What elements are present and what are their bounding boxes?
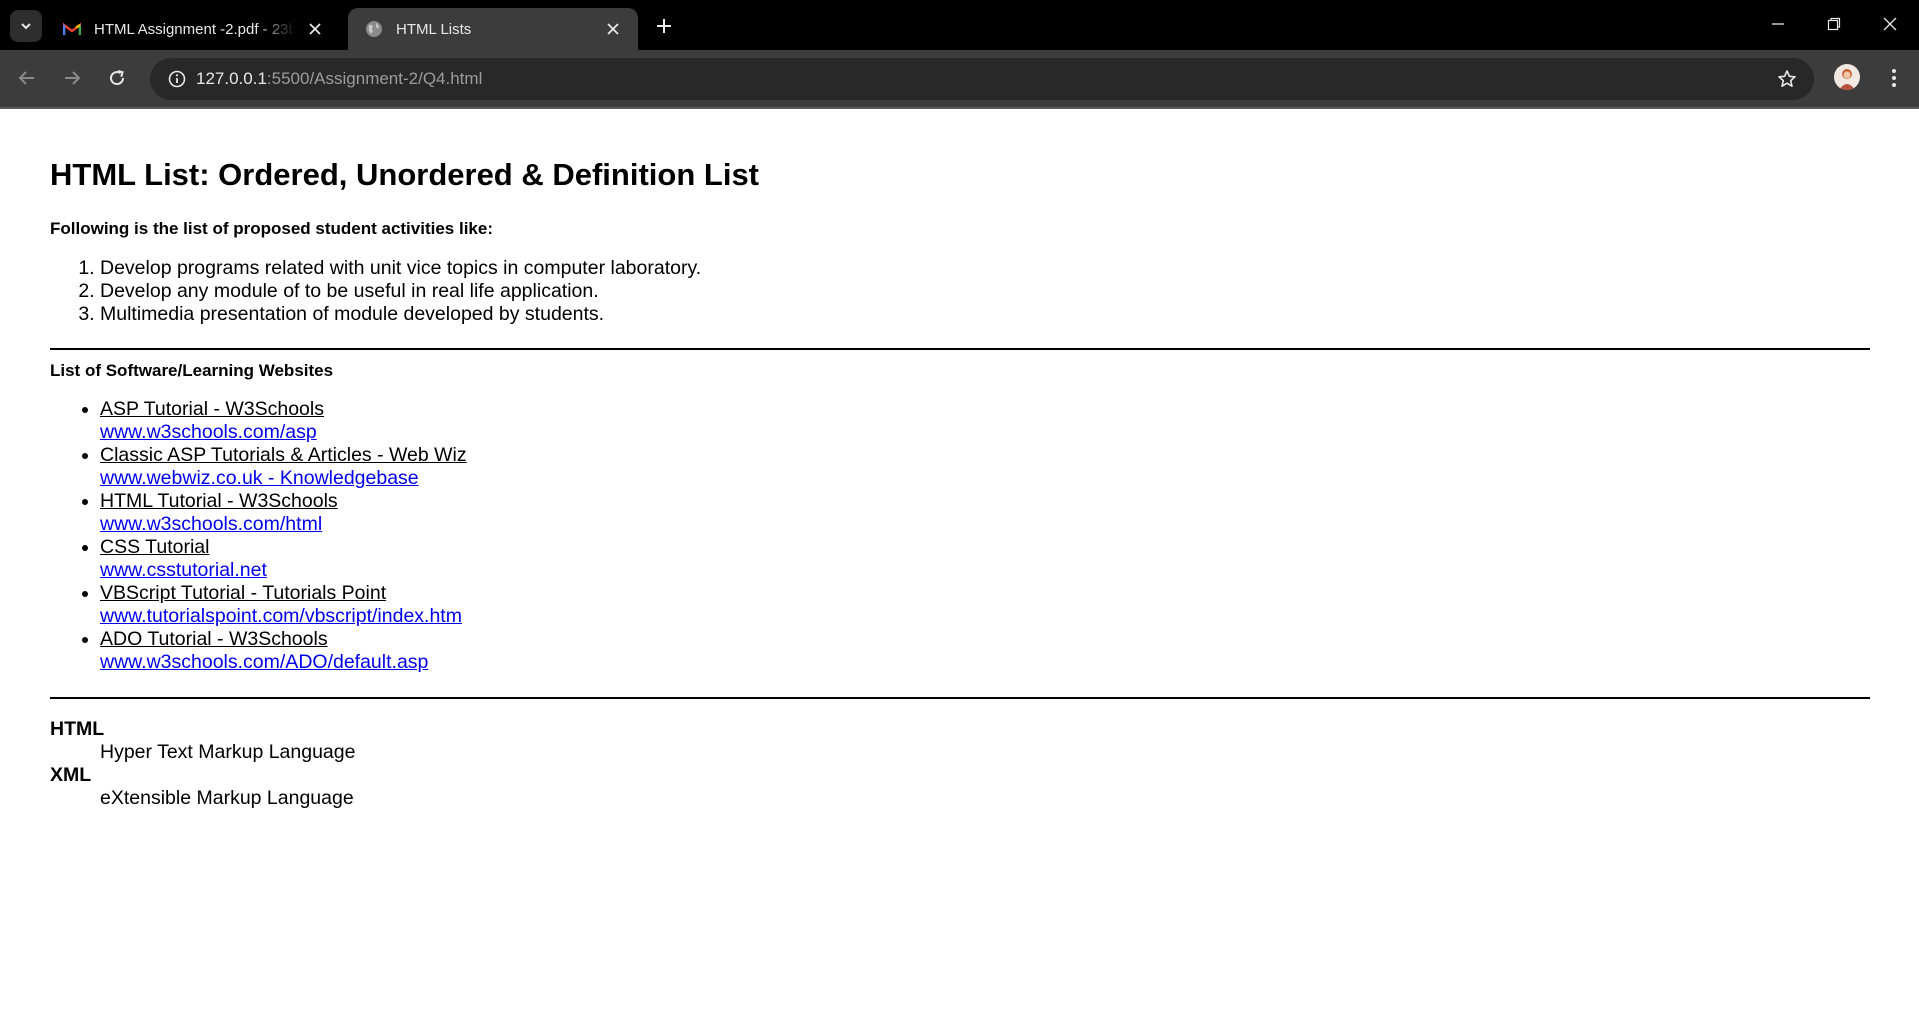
gmail-icon: [62, 19, 82, 39]
profile-icon: [1839, 69, 1855, 90]
arrow-left-icon: [18, 71, 34, 85]
site-url-link[interactable]: www.w3schools.com/ADO/default.asp: [100, 651, 467, 674]
site-title-link[interactable]: Classic ASP Tutorials & Articles - Web W…: [100, 444, 467, 467]
reload-icon: [110, 70, 125, 86]
list-item: ADO Tutorial - W3Schools www.w3schools.c…: [100, 628, 467, 674]
list-item: VBScript Tutorial - Tutorials Point www.…: [100, 582, 467, 628]
tab-html-lists[interactable]: HTML Lists: [348, 8, 638, 50]
site-title-link[interactable]: VBScript Tutorial - Tutorials Point: [100, 582, 467, 605]
list-item: ASP Tutorial - W3Schools www.w3schools.c…: [100, 398, 467, 444]
minimize-button[interactable]: [1758, 8, 1798, 40]
site-url-link[interactable]: www.csstutorial.net: [100, 559, 467, 582]
new-tab-button[interactable]: [650, 12, 678, 40]
list-item: Classic ASP Tutorials & Articles - Web W…: [100, 444, 467, 490]
sites-heading: List of Software/Learning Websites: [50, 361, 334, 380]
site-url-link[interactable]: www.tutorialspoint.com/vbscript/index.ht…: [100, 605, 467, 628]
url-text[interactable]: 127.0.0.1:5500/Assignment-2/Q4.html: [196, 69, 482, 89]
sites-list: ASP Tutorial - W3Schools www.w3schools.c…: [50, 398, 467, 674]
site-info-button[interactable]: [162, 64, 192, 94]
tab-title: HTML Assignment -2.pdf - 23bce: [94, 20, 296, 38]
close-icon[interactable]: [304, 18, 326, 40]
tab-strip: HTML Assignment -2.pdf - 23bce HTML List…: [0, 0, 1919, 50]
site-title-link[interactable]: HTML Tutorial - W3Schools: [100, 490, 467, 513]
definition-term: XML: [50, 764, 92, 786]
url-path: :5500/Assignment-2/Q4.html: [266, 69, 483, 88]
close-window-button[interactable]: [1870, 8, 1910, 40]
chevron-down-icon: [21, 23, 31, 30]
more-vertical-icon: [1892, 69, 1896, 87]
page-content: HTML List: Ordered, Unordered & Definiti…: [0, 109, 1919, 1018]
browser-toolbar: 127.0.0.1:5500/Assignment-2/Q4.html: [0, 50, 1919, 107]
star-icon: [1778, 70, 1796, 87]
divider: [50, 348, 1870, 350]
info-icon: [168, 70, 186, 88]
definition-description: Hyper Text Markup Language: [100, 741, 356, 763]
back-button[interactable]: [11, 62, 43, 94]
list-item: CSS Tutorial www.csstutorial.net: [100, 536, 467, 582]
close-icon: [1883, 17, 1897, 31]
reload-button[interactable]: [101, 62, 133, 94]
close-icon[interactable]: [602, 18, 624, 40]
site-title-link[interactable]: CSS Tutorial: [100, 536, 467, 559]
activities-list: Develop programs related with unit vice …: [50, 257, 701, 326]
list-item: Multimedia presentation of module develo…: [100, 303, 701, 326]
tab-title: HTML Lists: [396, 20, 472, 38]
tab-gmail-pdf[interactable]: HTML Assignment -2.pdf - 23bce: [46, 8, 340, 50]
restore-button[interactable]: [1814, 8, 1854, 40]
site-title-link[interactable]: ADO Tutorial - W3Schools: [100, 628, 467, 651]
list-item: HTML Tutorial - W3Schools www.w3schools.…: [100, 490, 467, 536]
list-item: Develop any module of to be useful in re…: [100, 280, 701, 303]
list-item: Develop programs related with unit vice …: [100, 257, 701, 280]
tab-search-button[interactable]: [10, 10, 42, 42]
avatar[interactable]: [1834, 64, 1860, 90]
site-url-link[interactable]: www.webwiz.co.uk - Knowledgebase: [100, 467, 467, 490]
forward-button[interactable]: [56, 62, 88, 94]
intro-text: Following is the list of proposed studen…: [50, 219, 493, 238]
arrow-right-icon: [65, 71, 81, 85]
site-url-link[interactable]: www.w3schools.com/asp: [100, 421, 467, 444]
globe-icon: [364, 19, 384, 39]
menu-button[interactable]: [1880, 62, 1908, 94]
site-title-link[interactable]: ASP Tutorial - W3Schools: [100, 398, 467, 421]
divider: [50, 697, 1870, 699]
definition-description: eXtensible Markup Language: [100, 787, 354, 809]
restore-icon: [1827, 17, 1841, 31]
url-host: 127.0.0.1: [196, 69, 267, 88]
definition-list: HTML Hyper Text Markup Language XML eXte…: [50, 718, 355, 810]
page-title: HTML List: Ordered, Unordered & Definiti…: [50, 157, 760, 192]
address-bar[interactable]: 127.0.0.1:5500/Assignment-2/Q4.html: [150, 58, 1814, 100]
bookmark-button[interactable]: [1772, 64, 1802, 94]
site-url-link[interactable]: www.w3schools.com/html: [100, 513, 467, 536]
minimize-icon: [1772, 23, 1784, 25]
plus-icon: [657, 19, 671, 33]
definition-term: HTML: [50, 718, 105, 740]
